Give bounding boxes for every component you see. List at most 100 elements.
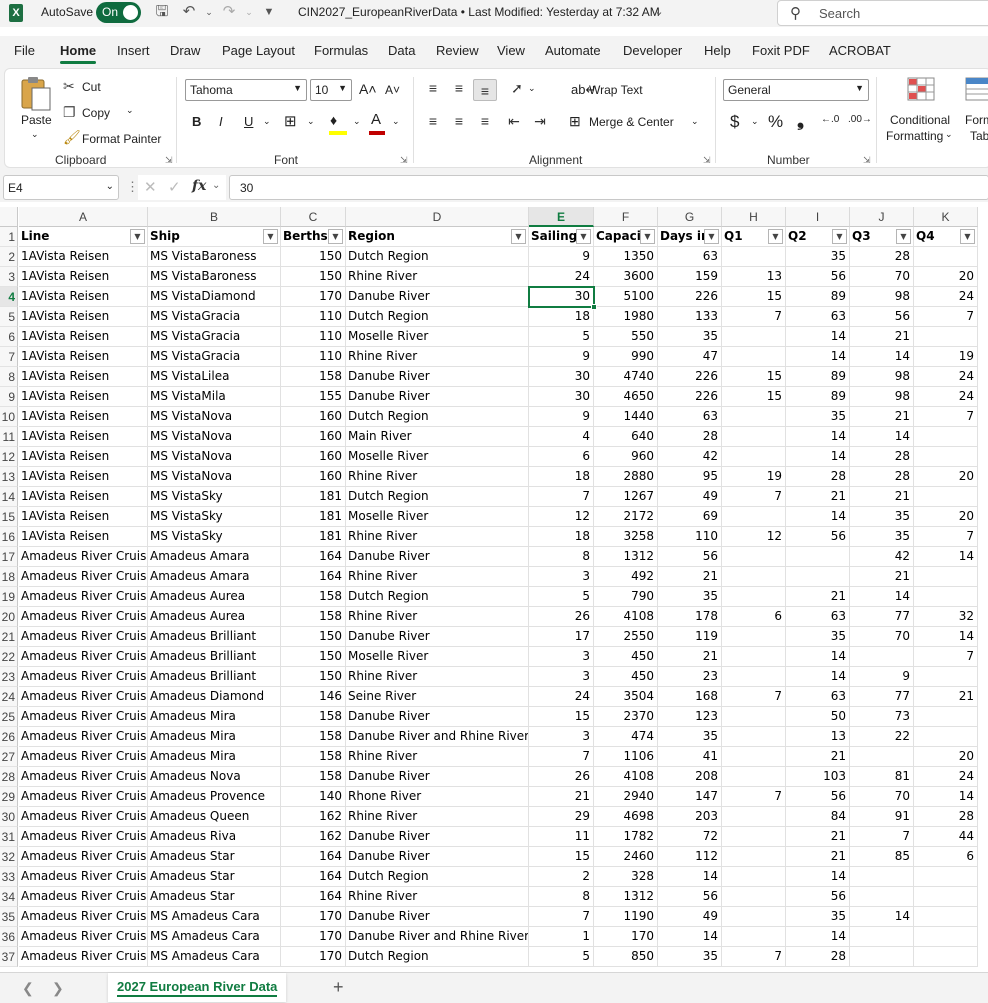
row-header-6[interactable]: 6 bbox=[0, 327, 18, 347]
cell-a12[interactable]: 1AVista Reisen bbox=[19, 447, 148, 467]
cell-g37[interactable]: 35 bbox=[658, 947, 722, 967]
cell-g24[interactable]: 168 bbox=[658, 687, 722, 707]
cell-c16[interactable]: 181 bbox=[281, 527, 346, 547]
cell-f18[interactable]: 492 bbox=[594, 567, 658, 587]
filter-dropdown-icon[interactable]: ▼ bbox=[576, 229, 591, 244]
row-header-34[interactable]: 34 bbox=[0, 887, 18, 907]
cell-c36[interactable]: 170 bbox=[281, 927, 346, 947]
cell-e20[interactable]: 26 bbox=[529, 607, 594, 627]
cell-f14[interactable]: 1267 bbox=[594, 487, 658, 507]
cell-d17[interactable]: Danube River bbox=[346, 547, 529, 567]
tab-help[interactable]: Help bbox=[704, 43, 731, 58]
row-header-33[interactable]: 33 bbox=[0, 867, 18, 887]
conditional-formatting-button[interactable]: Conditional bbox=[890, 113, 950, 127]
cell-a17[interactable]: Amadeus River Cruise bbox=[19, 547, 148, 567]
cell-e12[interactable]: 6 bbox=[529, 447, 594, 467]
cell-i18[interactable] bbox=[786, 567, 850, 587]
cell-k29[interactable]: 14 bbox=[914, 787, 978, 807]
cell-e9[interactable]: 30 bbox=[529, 387, 594, 407]
cell-j2[interactable]: 28 bbox=[850, 247, 914, 267]
cell-d19[interactable]: Dutch Region bbox=[346, 587, 529, 607]
cell-d8[interactable]: Danube River bbox=[346, 367, 529, 387]
column-header-k[interactable]: K bbox=[914, 207, 978, 227]
cell-j26[interactable]: 22 bbox=[850, 727, 914, 747]
cell-f31[interactable]: 1782 bbox=[594, 827, 658, 847]
cell-a19[interactable]: Amadeus River Cruise bbox=[19, 587, 148, 607]
cell-d2[interactable]: Dutch Region bbox=[346, 247, 529, 267]
cell-g14[interactable]: 49 bbox=[658, 487, 722, 507]
cell-a25[interactable]: Amadeus River Cruise bbox=[19, 707, 148, 727]
cell-k10[interactable]: 7 bbox=[914, 407, 978, 427]
cell-j3[interactable]: 70 bbox=[850, 267, 914, 287]
row-header-2[interactable]: 2 bbox=[0, 247, 18, 267]
cancel-icon[interactable]: ✕ bbox=[144, 178, 157, 196]
cell-e6[interactable]: 5 bbox=[529, 327, 594, 347]
font-launcher-icon[interactable]: ⇲ bbox=[400, 155, 408, 166]
row-header-4[interactable]: 4 bbox=[0, 287, 18, 307]
cell-f36[interactable]: 170 bbox=[594, 927, 658, 947]
cell-i25[interactable]: 50 bbox=[786, 707, 850, 727]
cell-g11[interactable]: 28 bbox=[658, 427, 722, 447]
cell-b13[interactable]: MS VistaNova bbox=[148, 467, 281, 487]
cell-a8[interactable]: 1AVista Reisen bbox=[19, 367, 148, 387]
cell-j7[interactable]: 14 bbox=[850, 347, 914, 367]
cell-f23[interactable]: 450 bbox=[594, 667, 658, 687]
cell-k4[interactable]: 24 bbox=[914, 287, 978, 307]
cell-i26[interactable]: 13 bbox=[786, 727, 850, 747]
row-header-27[interactable]: 27 bbox=[0, 747, 18, 767]
cell-d10[interactable]: Dutch Region bbox=[346, 407, 529, 427]
row-header-16[interactable]: 16 bbox=[0, 527, 18, 547]
cell-c22[interactable]: 150 bbox=[281, 647, 346, 667]
column-header-g[interactable]: G bbox=[658, 207, 722, 227]
cell-e18[interactable]: 3 bbox=[529, 567, 594, 587]
cell-j5[interactable]: 56 bbox=[850, 307, 914, 327]
cell-b16[interactable]: MS VistaSky bbox=[148, 527, 281, 547]
header-cell-g[interactable]: Days in ▼ bbox=[658, 227, 722, 247]
cell-f8[interactable]: 4740 bbox=[594, 367, 658, 387]
align-left-icon[interactable]: ≡ bbox=[421, 110, 445, 132]
tab-developer[interactable]: Developer bbox=[623, 43, 682, 58]
insert-function-icon[interactable]: fx bbox=[192, 178, 206, 194]
cell-h27[interactable] bbox=[722, 747, 786, 767]
tab-view[interactable]: View bbox=[497, 43, 525, 58]
cell-c15[interactable]: 181 bbox=[281, 507, 346, 527]
cell-b7[interactable]: MS VistaGracia bbox=[148, 347, 281, 367]
cell-c7[interactable]: 110 bbox=[281, 347, 346, 367]
fill-color-icon[interactable]: ♦ bbox=[330, 112, 337, 128]
cell-f35[interactable]: 1190 bbox=[594, 907, 658, 927]
header-cell-c[interactable]: Berths ▼ bbox=[281, 227, 346, 247]
cell-a28[interactable]: Amadeus River Cruise bbox=[19, 767, 148, 787]
row-header-29[interactable]: 29 bbox=[0, 787, 18, 807]
row-header-17[interactable]: 17 bbox=[0, 547, 18, 567]
filter-dropdown-icon[interactable]: ▼ bbox=[704, 229, 719, 244]
cell-j29[interactable]: 70 bbox=[850, 787, 914, 807]
cell-b8[interactable]: MS VistaLilea bbox=[148, 367, 281, 387]
cell-c13[interactable]: 160 bbox=[281, 467, 346, 487]
tab-file[interactable]: File bbox=[14, 43, 35, 58]
cell-a36[interactable]: Amadeus River Cruise bbox=[19, 927, 148, 947]
cell-k9[interactable]: 24 bbox=[914, 387, 978, 407]
cell-e13[interactable]: 18 bbox=[529, 467, 594, 487]
cell-c8[interactable]: 158 bbox=[281, 367, 346, 387]
cell-h10[interactable] bbox=[722, 407, 786, 427]
format-as-table-button[interactable]: Form bbox=[965, 113, 988, 127]
cell-d14[interactable]: Dutch Region bbox=[346, 487, 529, 507]
row-header-21[interactable]: 21 bbox=[0, 627, 18, 647]
cell-b30[interactable]: Amadeus Queen bbox=[148, 807, 281, 827]
cell-h15[interactable] bbox=[722, 507, 786, 527]
cell-h22[interactable] bbox=[722, 647, 786, 667]
cell-c35[interactable]: 170 bbox=[281, 907, 346, 927]
cell-i11[interactable]: 14 bbox=[786, 427, 850, 447]
column-header-f[interactable]: F bbox=[594, 207, 658, 227]
cell-h6[interactable] bbox=[722, 327, 786, 347]
cell-g19[interactable]: 35 bbox=[658, 587, 722, 607]
cell-f30[interactable]: 4698 bbox=[594, 807, 658, 827]
sheet-tab-active[interactable]: 2027 European River Data bbox=[108, 973, 287, 1002]
tab-review[interactable]: Review bbox=[436, 43, 479, 58]
cell-g36[interactable]: 14 bbox=[658, 927, 722, 947]
autosave-toggle[interactable]: On bbox=[96, 2, 141, 23]
cell-d22[interactable]: Moselle River bbox=[346, 647, 529, 667]
prev-sheet-icon[interactable]: ❮ bbox=[22, 980, 34, 997]
cell-b32[interactable]: Amadeus Star bbox=[148, 847, 281, 867]
cell-a9[interactable]: 1AVista Reisen bbox=[19, 387, 148, 407]
